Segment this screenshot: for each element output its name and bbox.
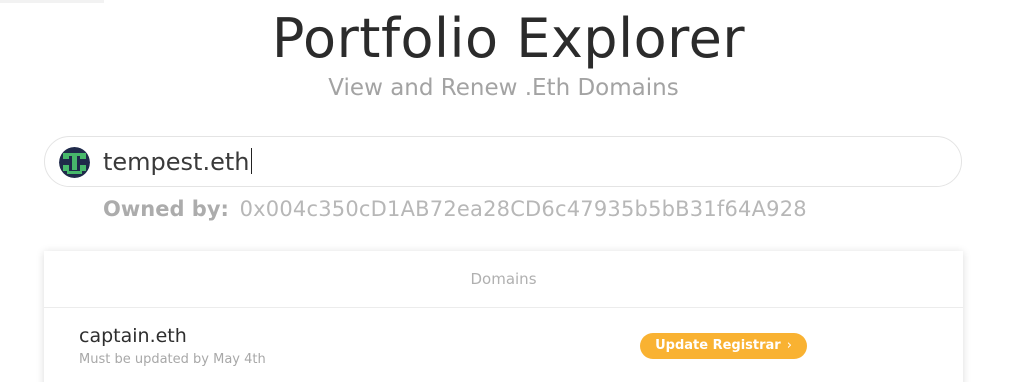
update-registrar-button[interactable]: Update Registrar › <box>640 333 807 359</box>
owner-label: Owned by: <box>103 197 229 221</box>
pixel-avatar-icon <box>59 147 90 178</box>
owner-line: Owned by: 0x004c350cD1AB72ea28CD6c47935b… <box>103 194 807 224</box>
chevron-right-icon: › <box>786 338 792 353</box>
update-registrar-label: Update Registrar <box>655 338 781 353</box>
search-value[interactable]: tempest.eth <box>103 146 253 178</box>
domains-header: Domains <box>44 251 963 308</box>
portfolio-explorer-page: Portfolio Explorer View and Renew .Eth D… <box>0 0 1017 382</box>
owner-address[interactable]: 0x004c350cD1AB72ea28CD6c47935b5bB31f64A9… <box>240 197 807 221</box>
page-subtitle: View and Renew .Eth Domains <box>328 75 679 101</box>
text-caret <box>251 148 253 174</box>
domain-deadline-note: Must be updated by May 4th <box>79 352 266 367</box>
page-title: Portfolio Explorer <box>271 7 746 70</box>
domain-search-input[interactable]: tempest.eth <box>44 136 962 187</box>
domain-name[interactable]: captain.eth <box>79 323 187 349</box>
domains-card: Domains captain.eth Must be updated by M… <box>44 251 963 382</box>
top-left-divider <box>0 0 104 3</box>
